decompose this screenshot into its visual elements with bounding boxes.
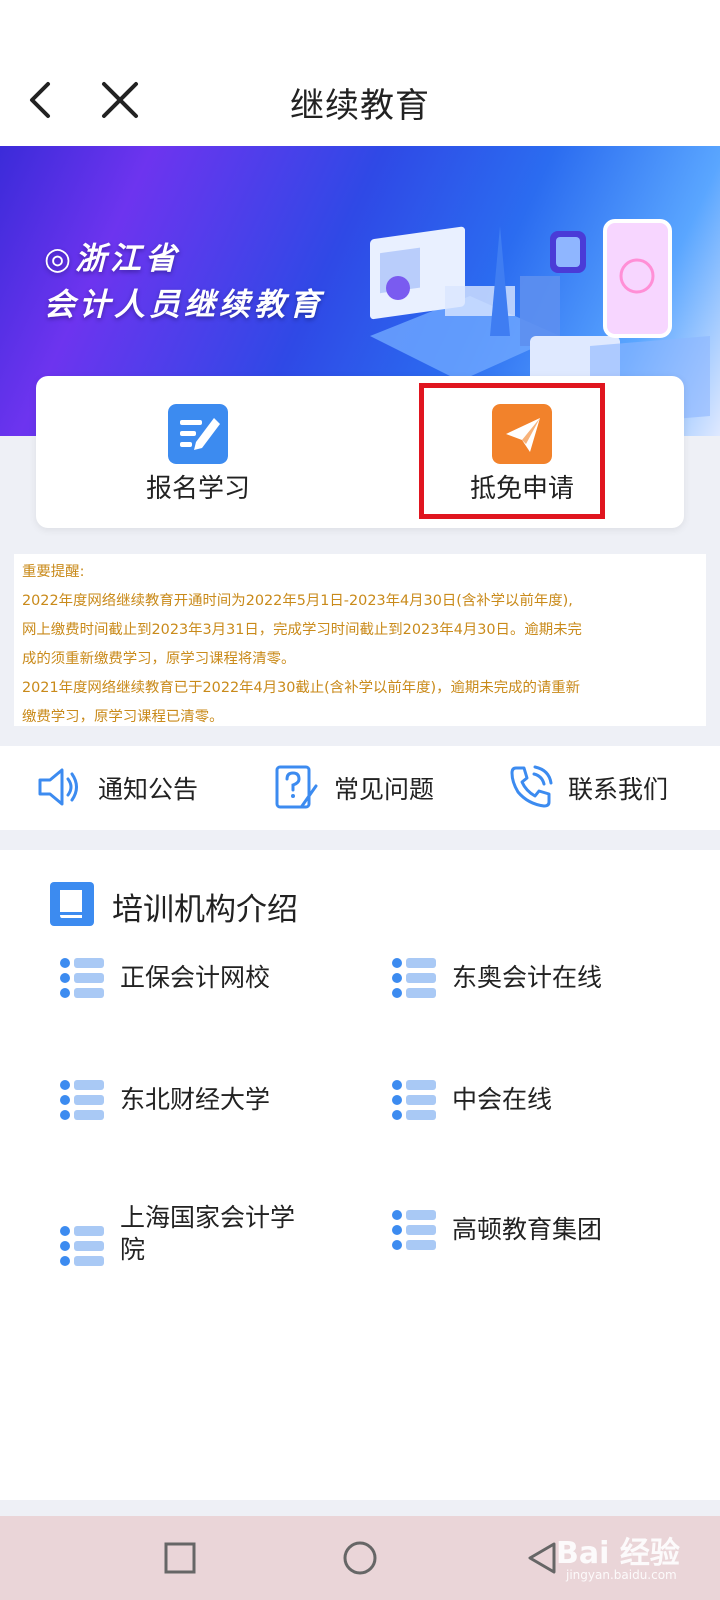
notice-line: 缴费学习，原学习课程已清零。 (22, 709, 224, 725)
faq-label: 常见问题 (334, 775, 435, 804)
register-study-button[interactable]: 报名学习 (36, 376, 360, 528)
square-icon[interactable] (158, 1536, 202, 1580)
book-icon (50, 882, 94, 926)
logo-icon: ◎ (44, 241, 76, 277)
org-label: 上海国家会计学院 (120, 1203, 296, 1264)
top-bar: 继续教育 (0, 0, 720, 146)
highlight-box (419, 383, 605, 519)
banner-title: ◎浙江省 会计人员继续教育 (44, 236, 324, 328)
org-item[interactable]: 中会在线 (392, 1078, 672, 1138)
notice-line: 2022年度网络继续教育开通时间为2022年5月1日-2023年4月30日(含补… (22, 593, 573, 609)
list-icon (60, 1226, 104, 1266)
org-item[interactable]: 正保会计网校 (60, 956, 320, 1016)
quick-links: 通知公告 常见问题 联系我们 (0, 746, 720, 830)
notice-announcement-link[interactable]: 通知公告 (36, 746, 226, 830)
notice-line: 成的须重新缴费学习，原学习课程将清零。 (22, 651, 296, 667)
notice-heading: 重要提醒: (22, 564, 85, 580)
banner-title-line2: 会计人员继续教育 (44, 287, 324, 323)
list-icon (392, 1210, 436, 1250)
faq-link[interactable]: 常见问题 (274, 746, 464, 830)
org-item[interactable]: 东奥会计在线 (392, 956, 672, 1016)
watermark-url: jingyan.baidu.com (566, 1568, 677, 1582)
contact-us-label: 联系我们 (568, 775, 669, 804)
section-title: 培训机构介绍 (112, 892, 298, 928)
speaker-icon (38, 768, 78, 806)
org-label: 高顿教育集团 (452, 1215, 603, 1244)
contact-us-link[interactable]: 联系我们 (508, 746, 698, 830)
register-study-label: 报名学习 (145, 474, 250, 504)
org-label: 东奥会计在线 (452, 963, 603, 992)
org-label: 东北财经大学 (120, 1085, 271, 1114)
circle-icon[interactable] (338, 1536, 382, 1580)
system-nav-bar: Bai 经验 jingyan.baidu.com (0, 1516, 720, 1600)
list-icon (60, 958, 104, 998)
training-section: 培训机构介绍 正保会计网校 东奥会计在线 东北财经大学 中会在线 上海国家会计学… (0, 850, 720, 1500)
notice-line: 网上缴费时间截止到2023年3月31日，完成学习时间截止到2023年4月30日。… (22, 622, 582, 638)
notice-announcement-label: 通知公告 (98, 775, 199, 804)
banner-title-line1: 浙江省 (75, 241, 181, 277)
list-icon (392, 958, 436, 998)
list-icon (60, 1080, 104, 1120)
org-label: 正保会计网校 (120, 963, 271, 992)
org-item[interactable]: 东北财经大学 (60, 1078, 320, 1138)
phone-icon (510, 765, 553, 808)
org-item[interactable]: 上海国家会计学院 (60, 1203, 320, 1284)
org-item[interactable]: 高顿教育集团 (392, 1208, 672, 1268)
question-doc-icon (275, 765, 318, 809)
org-label: 中会在线 (452, 1085, 553, 1114)
list-icon (392, 1080, 436, 1120)
page-title: 继续教育 (290, 86, 430, 126)
important-notice: 重要提醒: 2022年度网络继续教育开通时间为2022年5月1日-2023年4月… (14, 554, 706, 726)
edit-document-icon (168, 404, 228, 464)
watermark: Bai 经验 (556, 1536, 680, 1571)
notice-line: 2021年度网络继续教育已于2022年4月30截止(含补学以前年度)，逾期未完成… (22, 680, 581, 696)
